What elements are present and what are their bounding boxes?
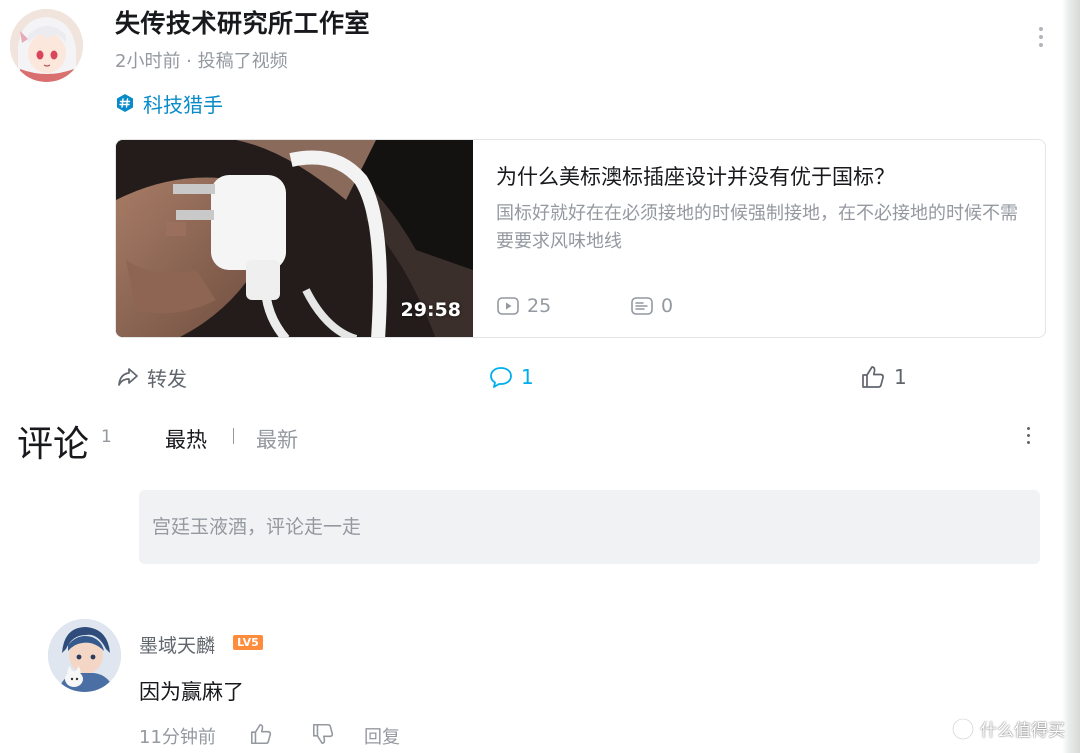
comments-count: 1 <box>101 427 112 447</box>
comment-dislike-button[interactable] <box>311 722 337 748</box>
thumbs-up-icon <box>250 723 272 745</box>
comment-input[interactable] <box>139 490 1040 564</box>
commenter-avatar[interactable] <box>48 619 121 692</box>
comments-title: 评论 <box>17 424 90 465</box>
author-avatar[interactable] <box>10 9 83 82</box>
comment-bubble-icon <box>490 367 512 388</box>
commenter-name[interactable]: 墨域天麟 <box>139 631 215 658</box>
video-description: 国标好就好在在必须接地的时候强制接地，在不必接地的时候不需要要求风味地线 <box>496 203 1018 252</box>
video-duration: 29:58 <box>400 299 461 321</box>
post-meta: 2小时前 · 投稿了视频 <box>115 51 288 72</box>
like-count: 1 <box>894 365 907 389</box>
view-count: 25 <box>527 295 552 317</box>
comment-time: 11分钟前 <box>139 727 216 748</box>
forward-icon <box>118 368 138 386</box>
video-title[interactable]: 为什么美标澳标插座设计并没有优于国标？ <box>496 161 895 191</box>
window-edge <box>1062 0 1080 753</box>
video-thumbnail: 29:58 <box>116 140 473 337</box>
author-name[interactable]: 失传技术研究所工作室 <box>115 4 370 40</box>
comment-count: 1 <box>521 365 534 389</box>
post-more-icon[interactable] <box>1031 24 1051 54</box>
play-count-icon <box>497 297 519 315</box>
video-views: 25 <box>497 295 551 317</box>
comments-header: 评论 1 最热 最新 <box>17 415 1057 465</box>
comment-like-button[interactable] <box>249 722 275 748</box>
level-badge: LV5 <box>233 635 263 650</box>
sort-new-tab[interactable]: 最新 <box>256 424 298 454</box>
topic-hash-icon <box>117 94 133 112</box>
danmaku-icon <box>631 297 653 315</box>
topic-tag[interactable]: 科技猎手 <box>115 89 223 117</box>
like-button[interactable]: 1 <box>860 362 907 392</box>
forward-button[interactable]: 转发 <box>117 362 187 392</box>
watermark: 值 什么值得买 <box>952 716 1065 741</box>
topic-label: 科技猎手 <box>143 92 223 117</box>
comment-button[interactable]: 1 <box>489 362 534 392</box>
thumbs-up-icon <box>862 366 884 388</box>
sort-divider <box>233 428 234 444</box>
watermark-text: 什么值得买 <box>980 721 1065 741</box>
forward-label: 转发 <box>147 366 187 391</box>
svg-text:值: 值 <box>957 721 969 736</box>
smzdm-logo-icon: 值 <box>952 717 974 740</box>
sort-hot-tab[interactable]: 最热 <box>165 424 207 454</box>
video-danmaku: 0 <box>631 295 673 317</box>
comment-text: 因为赢麻了 <box>139 680 244 704</box>
video-card[interactable]: 29:58 为什么美标澳标插座设计并没有优于国标？ 国标好就好在在必须接地的时候… <box>115 139 1046 338</box>
comments-more-icon[interactable] <box>1020 425 1036 449</box>
danmaku-count: 0 <box>661 295 674 317</box>
thumbs-down-icon <box>312 723 334 745</box>
reply-button[interactable]: 回复 <box>364 723 400 749</box>
